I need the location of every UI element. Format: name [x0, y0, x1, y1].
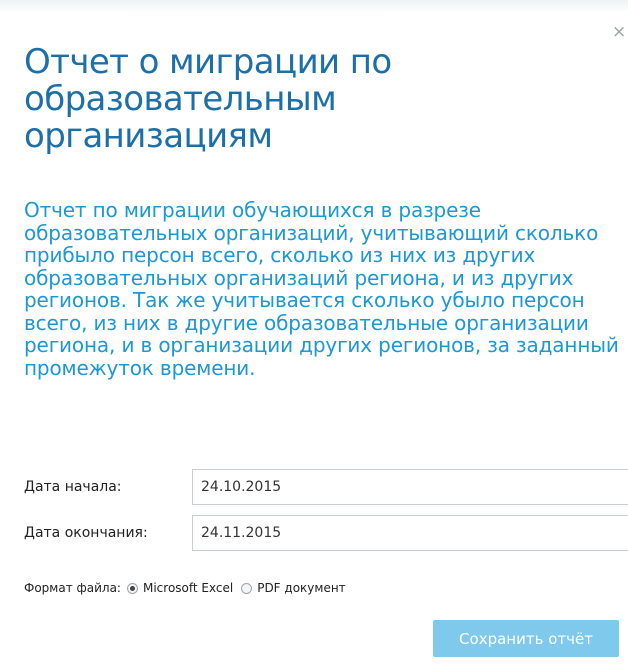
end-date-label: Дата окончания: — [24, 525, 148, 541]
end-date-row: Дата окончания: — [24, 515, 628, 551]
backdrop-strip — [0, 0, 628, 14]
format-option-pdf[interactable]: PDF документ — [241, 581, 346, 595]
radio-excel[interactable] — [126, 582, 138, 594]
start-date-field[interactable] — [192, 469, 628, 505]
radio-pdf[interactable] — [241, 582, 253, 594]
file-format-label: Формат файла: — [24, 581, 121, 595]
format-option-excel[interactable]: Microsoft Excel — [126, 581, 234, 595]
format-option-pdf-label: PDF документ — [257, 581, 346, 595]
file-format-group: Формат файла: Microsoft Excel PDF докуме… — [24, 578, 354, 598]
dialog-title: Отчет о миграции по образовательным орга… — [24, 42, 392, 156]
dialog-description: Отчет по миграции обучающихся в разрезе … — [24, 198, 619, 380]
close-icon[interactable]: × — [612, 22, 628, 42]
report-dialog: × Отчет о миграции по образовательным ор… — [0, 0, 628, 664]
start-date-label: Дата начала: — [24, 479, 122, 495]
end-date-field[interactable] — [192, 515, 628, 551]
start-date-row: Дата начала: — [24, 469, 628, 505]
format-option-excel-label: Microsoft Excel — [142, 581, 234, 595]
save-report-button[interactable]: Сохранить отчёт — [433, 620, 619, 657]
